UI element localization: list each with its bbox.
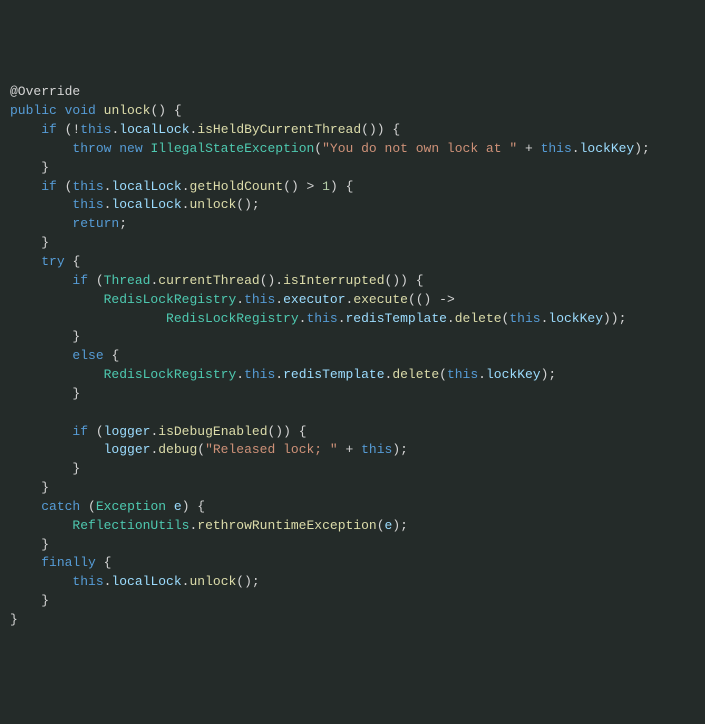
kw-void: void: [65, 103, 96, 118]
kw-catch: catch: [41, 499, 80, 514]
kw-else: else: [72, 348, 103, 363]
num-one: 1: [322, 179, 330, 194]
code-block: @Override public void unlock() { if (!th…: [10, 83, 695, 629]
mth-debug: debug: [158, 442, 197, 457]
mth-isHeld: isHeldByCurrentThread: [197, 122, 361, 137]
kw-return: return: [72, 216, 119, 231]
mth-interrupted: isInterrupted: [283, 273, 384, 288]
type-registry: RedisLockRegistry: [104, 292, 237, 307]
method-name: unlock: [104, 103, 151, 118]
kw-this: this: [80, 122, 111, 137]
type-exception: Exception: [96, 499, 166, 514]
var-lockKey: lockKey: [580, 141, 635, 156]
kw-new: new: [119, 141, 142, 156]
var-redistemplate: redisTemplate: [346, 311, 447, 326]
str-own: "You do not own lock at ": [322, 141, 517, 156]
mth-delete: delete: [455, 311, 502, 326]
mth-currentthread: currentThread: [158, 273, 259, 288]
var-e: e: [174, 499, 182, 514]
str-released: "Released lock; ": [205, 442, 338, 457]
type-thread: Thread: [104, 273, 151, 288]
kw-public: public: [10, 103, 57, 118]
type-illegal: IllegalStateException: [150, 141, 314, 156]
kw-throw: throw: [72, 141, 111, 156]
kw-try: try: [41, 254, 64, 269]
kw-finally: finally: [41, 555, 96, 570]
annotation: @Override: [10, 84, 80, 99]
var-localLock: localLock: [119, 122, 189, 137]
mth-holdcount: getHoldCount: [190, 179, 284, 194]
var-logger: logger: [104, 424, 151, 439]
mth-execute: execute: [353, 292, 408, 307]
kw-if: if: [41, 122, 57, 137]
mth-debugenabled: isDebugEnabled: [158, 424, 267, 439]
var-executor: executor: [283, 292, 345, 307]
